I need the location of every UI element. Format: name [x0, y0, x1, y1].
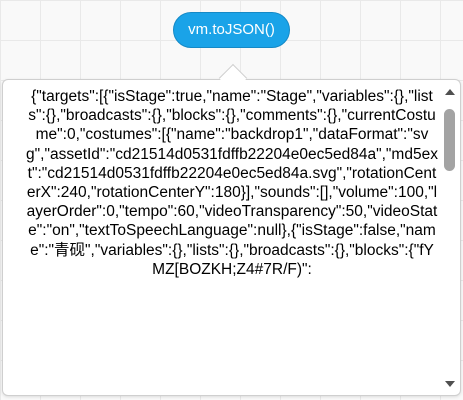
scroll-up-arrow-icon[interactable]	[445, 89, 455, 95]
report-value-text: {"targets":[{"isStage":true,"name":"Stag…	[26, 88, 438, 278]
scroll-thumb[interactable]	[444, 109, 455, 171]
vm-tojson-block[interactable]: vm.toJSON()	[173, 12, 290, 48]
report-bubble: {"targets":[{"isStage":true,"name":"Stag…	[2, 79, 461, 396]
vertical-scrollbar[interactable]	[441, 83, 458, 391]
scroll-down-arrow-icon[interactable]	[445, 381, 455, 387]
